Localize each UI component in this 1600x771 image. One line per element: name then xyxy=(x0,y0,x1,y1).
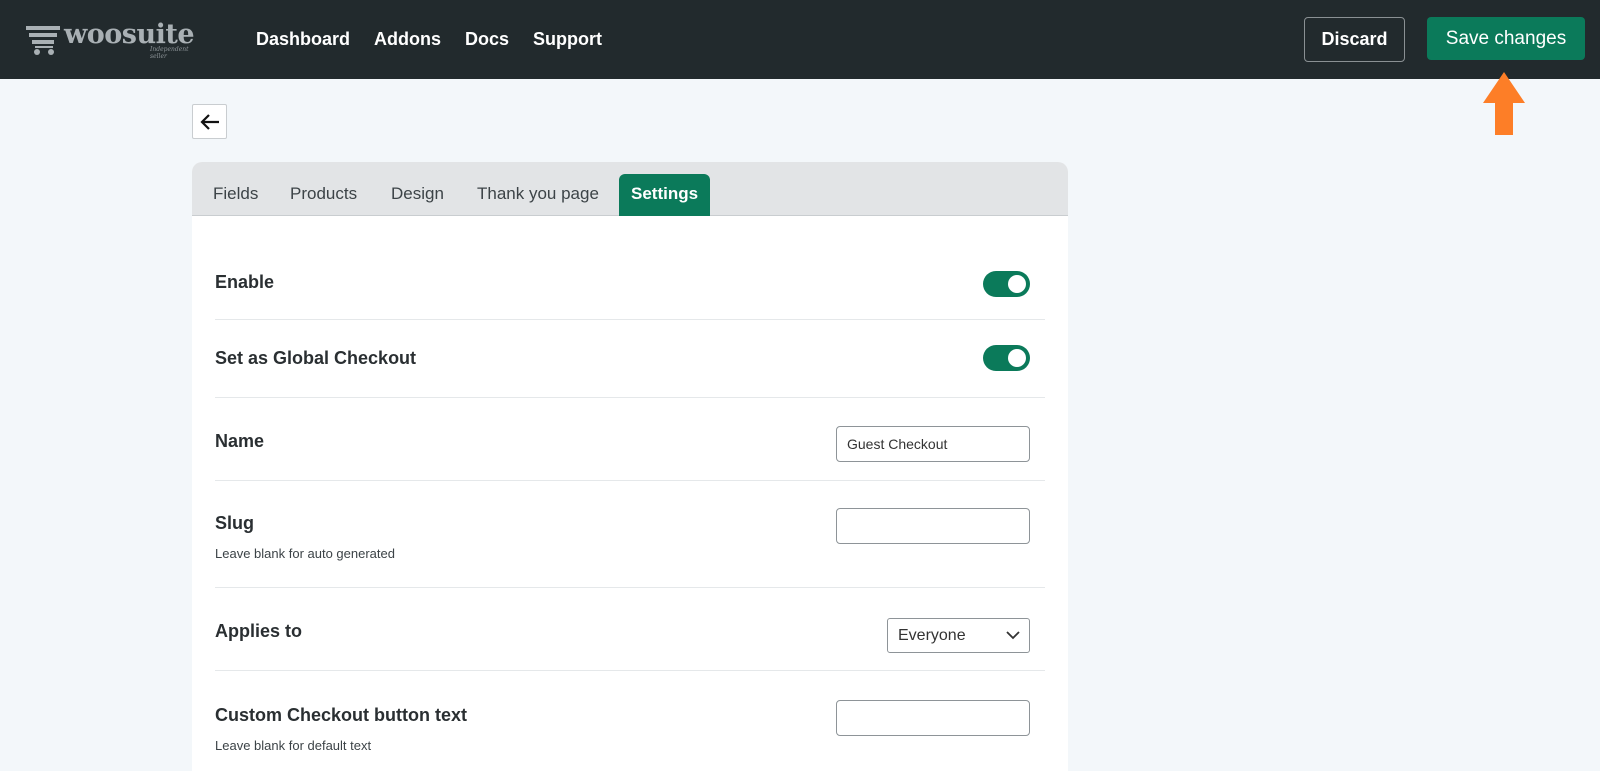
tab-bar: Fields Products Design Thank you page Se… xyxy=(192,162,1068,216)
cart-icon xyxy=(26,26,60,55)
nav-dashboard[interactable]: Dashboard xyxy=(256,26,350,52)
woosuite-logo[interactable]: woosuite Independent seller xyxy=(26,20,201,60)
logo-tagline: Independent seller xyxy=(150,46,189,60)
nav-support[interactable]: Support xyxy=(533,26,602,52)
tab-products[interactable]: Products xyxy=(290,174,357,216)
discard-button[interactable]: Discard xyxy=(1304,17,1405,62)
save-changes-button[interactable]: Save changes xyxy=(1427,17,1585,60)
toggle-knob xyxy=(1008,349,1026,367)
nav-docs[interactable]: Docs xyxy=(465,26,509,52)
main-nav: Dashboard Addons Docs Support xyxy=(256,26,626,52)
global-checkout-label: Set as Global Checkout xyxy=(215,348,417,368)
tab-settings[interactable]: Settings xyxy=(619,174,711,216)
setting-row-applies-to: Applies to Everyone xyxy=(215,588,1045,671)
setting-row-custom-button-text: Custom Checkout button text Leave blank … xyxy=(215,671,1045,771)
slug-input[interactable] xyxy=(836,508,1030,544)
tab-thank-you-page[interactable]: Thank you page xyxy=(477,174,599,216)
global-checkout-toggle[interactable] xyxy=(983,345,1030,371)
custom-button-text-hint: Leave blank for default text xyxy=(215,738,372,753)
arrow-up-icon xyxy=(1483,72,1525,135)
custom-button-text-input[interactable] xyxy=(836,700,1030,736)
settings-card: Fields Products Design Thank you page Se… xyxy=(192,162,1068,771)
tab-design[interactable]: Design xyxy=(391,174,444,216)
applies-to-select[interactable]: Everyone xyxy=(887,618,1030,653)
name-label: Name xyxy=(215,431,265,451)
nav-addons[interactable]: Addons xyxy=(374,26,441,52)
setting-row-enable: Enable xyxy=(215,216,1045,320)
setting-row-name: Name xyxy=(215,398,1045,481)
chevron-down-icon xyxy=(1006,631,1020,640)
enable-toggle[interactable] xyxy=(983,271,1030,297)
name-input[interactable] xyxy=(836,426,1030,462)
arrow-left-icon xyxy=(199,113,219,130)
back-button[interactable] xyxy=(192,104,227,139)
top-bar: woosuite Independent seller Dashboard Ad… xyxy=(0,0,1600,79)
setting-row-slug: Slug Leave blank for auto generated xyxy=(215,481,1045,588)
slug-hint: Leave blank for auto generated xyxy=(215,546,395,561)
custom-button-text-label: Custom Checkout button text xyxy=(215,705,467,725)
applies-to-label: Applies to xyxy=(215,621,303,641)
applies-to-value: Everyone xyxy=(898,627,966,644)
enable-label: Enable xyxy=(215,272,275,292)
toggle-knob xyxy=(1008,275,1026,293)
setting-row-global-checkout: Set as Global Checkout xyxy=(215,320,1045,398)
slug-label: Slug xyxy=(215,513,254,533)
tab-fields[interactable]: Fields xyxy=(213,174,258,216)
